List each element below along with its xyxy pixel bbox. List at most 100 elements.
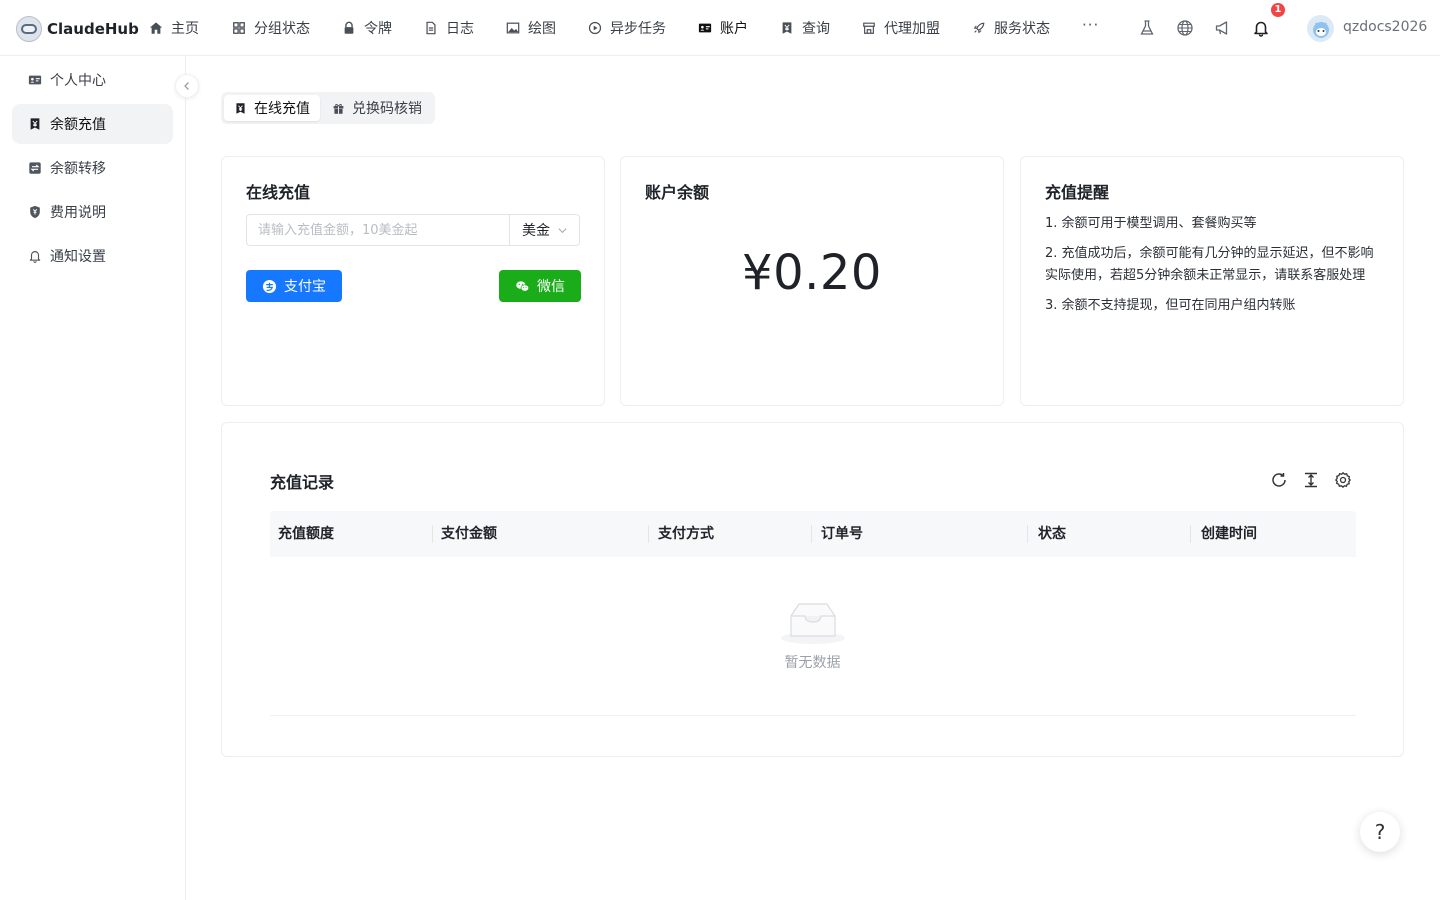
megaphone-icon[interactable] (1214, 19, 1232, 37)
records-title: 充值记录 (270, 473, 335, 492)
username[interactable]: qzdocs2026 (1343, 19, 1427, 35)
id-card-icon (698, 23, 712, 33)
tab-label: 兑换码核销 (352, 101, 422, 117)
column-height-icon[interactable] (1302, 471, 1320, 489)
brand-logo-icon (16, 16, 42, 42)
column-header[interactable]: 支付金额 (441, 511, 497, 557)
sidebar-item-label: 余额转移 (50, 161, 106, 177)
sidebar-item-profile[interactable]: 个人中心 (12, 60, 173, 100)
sidebar-collapse-button[interactable] (175, 74, 199, 98)
settings-icon[interactable] (1334, 471, 1352, 489)
tab-label: 在线充值 (254, 101, 310, 117)
wechat-label: 微信 (537, 279, 565, 295)
sidebar-item-fee-explanation[interactable]: 费用说明 (12, 192, 173, 232)
recharge-records-card: 充值记录 充值额度 支付金额 支付方式 订单号 状态 创建时间 暂无数据 (221, 422, 1404, 757)
column-divider (432, 525, 433, 543)
card-title: 账户余额 (645, 183, 710, 202)
table-bottom-divider (270, 715, 1356, 716)
yen-badge-icon (30, 118, 40, 130)
nav-item-tokens[interactable]: 令牌 (342, 17, 392, 39)
refresh-icon[interactable] (1270, 471, 1288, 489)
wechat-icon (516, 280, 530, 292)
rocket-icon (973, 22, 985, 34)
notice-item: 1. 余额可用于模型调用、套餐购买等 (1045, 216, 1257, 231)
tab-redeem-code[interactable]: 兑换码核销 (322, 95, 432, 121)
gift-icon (333, 103, 344, 114)
nav-item-async-tasks[interactable]: 异步任务 (588, 17, 666, 39)
chevron-down-icon (558, 228, 567, 234)
card-title: 在线充值 (246, 183, 311, 202)
column-header[interactable]: 状态 (1038, 511, 1066, 557)
nav-item-agent-join[interactable]: 代理加盟 (862, 17, 940, 39)
notice-item: 3. 余额不支持提现，但可在同用户组内转账 (1045, 298, 1296, 313)
shield-yen-icon (30, 205, 40, 219)
recharge-tabs: 在线充值 兑换码核销 (221, 92, 435, 124)
document-icon (426, 21, 436, 35)
more-menu-button[interactable]: ··· (1082, 16, 1099, 34)
nav-item-label: 日志 (446, 21, 474, 37)
nav-item-account[interactable]: 账户 (698, 17, 748, 39)
column-header[interactable]: 订单号 (821, 511, 863, 557)
column-divider (1027, 525, 1028, 543)
image-icon (506, 22, 520, 34)
column-header[interactable]: 支付方式 (658, 511, 714, 557)
flask-icon[interactable] (1138, 19, 1156, 37)
recharge-amount-input[interactable] (246, 214, 510, 246)
recharge-notice-card: 充值提醒 1. 余额可用于模型调用、套餐购买等 2. 充值成功后，余额可能有几分… (1020, 156, 1404, 406)
nav-item-label: 异步任务 (610, 21, 666, 37)
globe-icon[interactable] (1176, 19, 1194, 37)
nav-item-label: 令牌 (364, 21, 392, 37)
currency-select[interactable]: 美金 (509, 214, 580, 246)
column-header[interactable]: 充值额度 (278, 511, 334, 557)
top-navbar: ClaudeHub 主页 分组状态 令牌 日志 绘图 异步任务 账户 查询 代理… (0, 0, 1440, 56)
tab-online-recharge[interactable]: 在线充值 (224, 95, 320, 121)
nav-item-label: 查询 (802, 21, 830, 37)
brand[interactable]: ClaudeHub (16, 16, 139, 42)
help-button[interactable]: ? (1360, 812, 1400, 852)
column-divider (1190, 525, 1191, 543)
nav-item-group-status[interactable]: 分组状态 (232, 17, 310, 39)
sidebar-item-notification-settings[interactable]: 通知设置 (12, 236, 173, 276)
alipay-label: 支付宝 (284, 279, 326, 295)
chevron-left-icon (184, 82, 189, 90)
notice-list: 1. 余额可用于模型调用、套餐购买等 2. 充值成功后，余额可能有几分钟的显示延… (1045, 213, 1385, 325)
brand-name: ClaudeHub (47, 20, 139, 38)
nav-item-label: 主页 (171, 21, 199, 37)
nav-item-drawing[interactable]: 绘图 (506, 17, 556, 39)
nav-item-service-status[interactable]: 服务状态 (972, 17, 1050, 39)
sidebar-item-recharge[interactable]: 余额充值 (12, 104, 173, 144)
sidebar-item-transfer[interactable]: 余额转移 (12, 148, 173, 188)
nav-item-label: 账户 (720, 21, 748, 37)
empty-state-text: 暂无数据 (784, 655, 841, 671)
balance-value: ¥0.20 (742, 245, 882, 301)
column-divider (648, 525, 649, 543)
yen-badge-icon (782, 22, 792, 34)
grid-icon (233, 22, 245, 34)
sidebar-item-label: 个人中心 (50, 73, 106, 89)
nav-item-home[interactable]: 主页 (149, 17, 199, 39)
nav-item-label: 代理加盟 (884, 21, 940, 37)
sidebar-item-label: 费用说明 (50, 205, 106, 221)
nav-item-label: 分组状态 (254, 21, 310, 37)
bell-icon (29, 251, 41, 263)
column-header[interactable]: 创建时间 (1201, 511, 1257, 557)
column-divider (811, 525, 812, 543)
play-circle-icon (588, 21, 602, 35)
nav-item-logs[interactable]: 日志 (424, 17, 474, 39)
bell-icon[interactable] (1252, 19, 1270, 37)
wechat-pay-button[interactable]: 微信 (499, 270, 581, 302)
alipay-button[interactable]: 支付宝 (246, 270, 342, 302)
avatar-icon (1312, 21, 1329, 38)
account-balance-card: 账户余额 ¥0.20 (620, 156, 1004, 406)
nav-item-query[interactable]: 查询 (780, 17, 830, 39)
avatar[interactable] (1307, 15, 1334, 42)
online-recharge-card: 在线充值 美金 支付宝 微信 (221, 156, 605, 406)
nav-item-label: 服务状态 (994, 21, 1050, 37)
card-title: 充值提醒 (1045, 183, 1110, 202)
home-icon (149, 22, 163, 34)
sidebar: 个人中心 余额充值 余额转移 费用说明 通知设置 (0, 56, 186, 900)
sidebar-item-label: 通知设置 (50, 249, 106, 265)
nav-item-label: 绘图 (528, 21, 556, 37)
sidebar-item-label: 余额充值 (50, 117, 106, 133)
transfer-icon (29, 162, 41, 174)
